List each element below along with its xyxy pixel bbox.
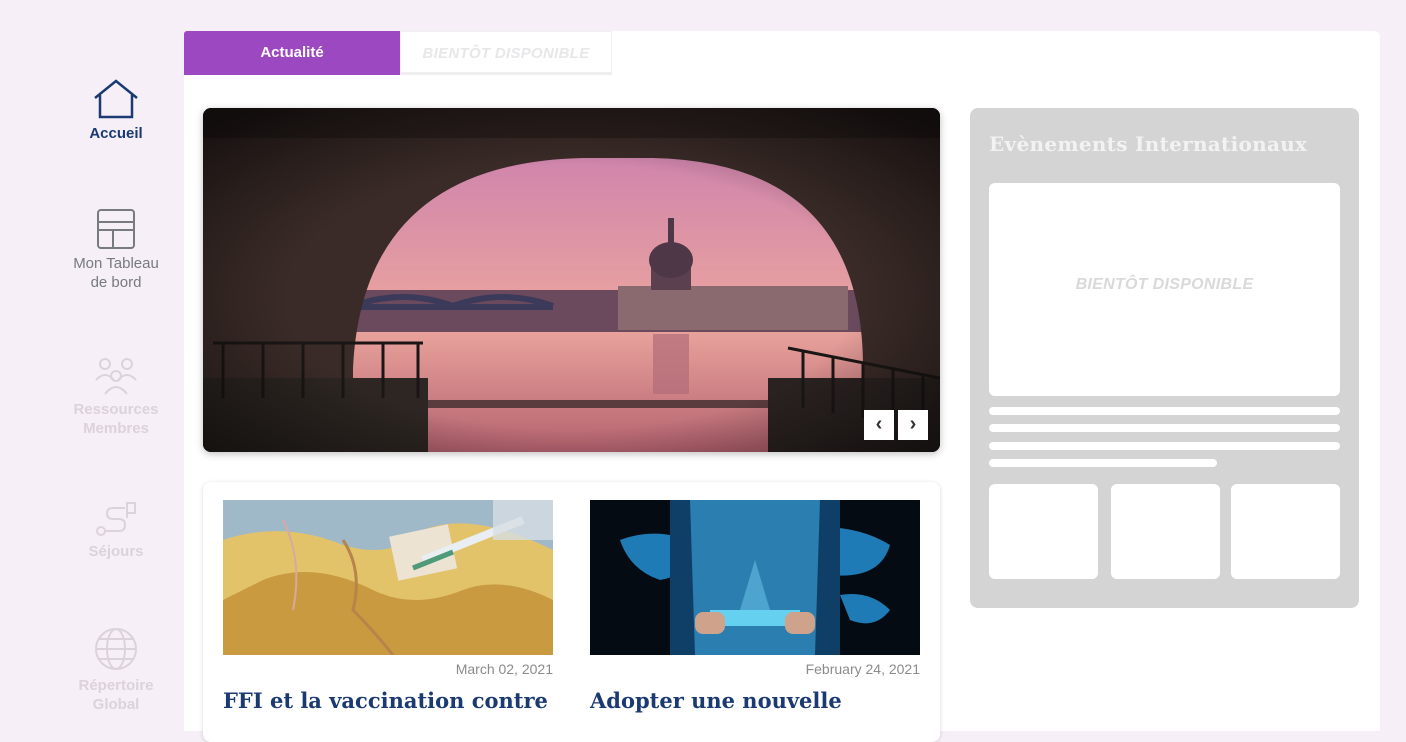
placeholder-line <box>989 442 1340 450</box>
placeholder-tile <box>1231 484 1340 579</box>
globe-icon <box>95 628 137 670</box>
tab-actualite[interactable]: Actualité <box>184 31 400 75</box>
events-placeholder-card: BIENTÔT DISPONIBLE <box>989 183 1340 396</box>
news-list: March 02, 2021 FFI et la vaccination con… <box>203 482 940 742</box>
hero-carousel: ‹ › <box>203 108 940 452</box>
news-card[interactable]: February 24, 2021 Adopter une nouvelle <box>590 500 920 714</box>
sidebar-item-accueil[interactable]: Accueil <box>56 78 176 143</box>
sidebar-item-repertoire-global[interactable]: Répertoire Global <box>56 626 176 714</box>
sidebar-item-ressources-membres[interactable]: Ressources Membres <box>56 356 176 438</box>
sidebar-item-label: Ressources Membres <box>56 400 176 438</box>
international-events-panel: Evènements Internationaux BIENTÔT DISPON… <box>970 108 1359 608</box>
label-line-1: Ressources <box>73 401 159 418</box>
dashboard-icon <box>97 209 135 249</box>
people-icon <box>95 358 137 395</box>
sidebar-item-sejours[interactable]: Séjours <box>56 502 176 561</box>
tab-coming-soon: BIENTÔT DISPONIBLE <box>400 31 612 75</box>
news-date: March 02, 2021 <box>455 661 553 677</box>
placeholder-line <box>989 407 1340 415</box>
news-card[interactable]: March 02, 2021 FFI et la vaccination con… <box>223 500 553 714</box>
sidebar-item-label: Répertoire Global <box>56 676 176 714</box>
news-date: February 24, 2021 <box>805 661 920 677</box>
sidebar-item-dashboard[interactable]: Mon Tableau de bord <box>56 208 176 292</box>
sidebar-item-label: Séjours <box>88 543 144 560</box>
label-line-2: de bord <box>90 274 142 291</box>
sidebar-item-label: Mon Tableau de bord <box>56 254 176 292</box>
coming-soon-label: BIENTÔT DISPONIBLE <box>1075 276 1254 293</box>
placeholder-tile <box>989 484 1098 579</box>
label-line-1: Répertoire <box>78 677 154 694</box>
label-line-2: Membres <box>83 420 149 437</box>
tab-bar: Actualité BIENTÔT DISPONIBLE <box>184 31 612 75</box>
news-image-tablet <box>590 500 920 655</box>
placeholder-line <box>989 459 1217 467</box>
home-icon <box>94 79 138 119</box>
label-line-1: Mon Tableau <box>73 255 159 272</box>
placeholder-tile <box>1111 484 1220 579</box>
sidebar-item-label: Accueil <box>89 125 143 142</box>
route-icon <box>96 502 136 536</box>
news-title[interactable]: Adopter une nouvelle <box>590 688 920 714</box>
placeholder-line <box>989 424 1340 432</box>
events-title: Evènements Internationaux <box>989 132 1308 156</box>
carousel-next-button[interactable]: › <box>898 410 928 440</box>
news-image-map <box>223 500 553 655</box>
hero-image <box>203 108 940 452</box>
label-line-2: Global <box>92 696 140 713</box>
carousel-prev-button[interactable]: ‹ <box>864 410 894 440</box>
news-title[interactable]: FFI et la vaccination contre <box>223 688 553 714</box>
